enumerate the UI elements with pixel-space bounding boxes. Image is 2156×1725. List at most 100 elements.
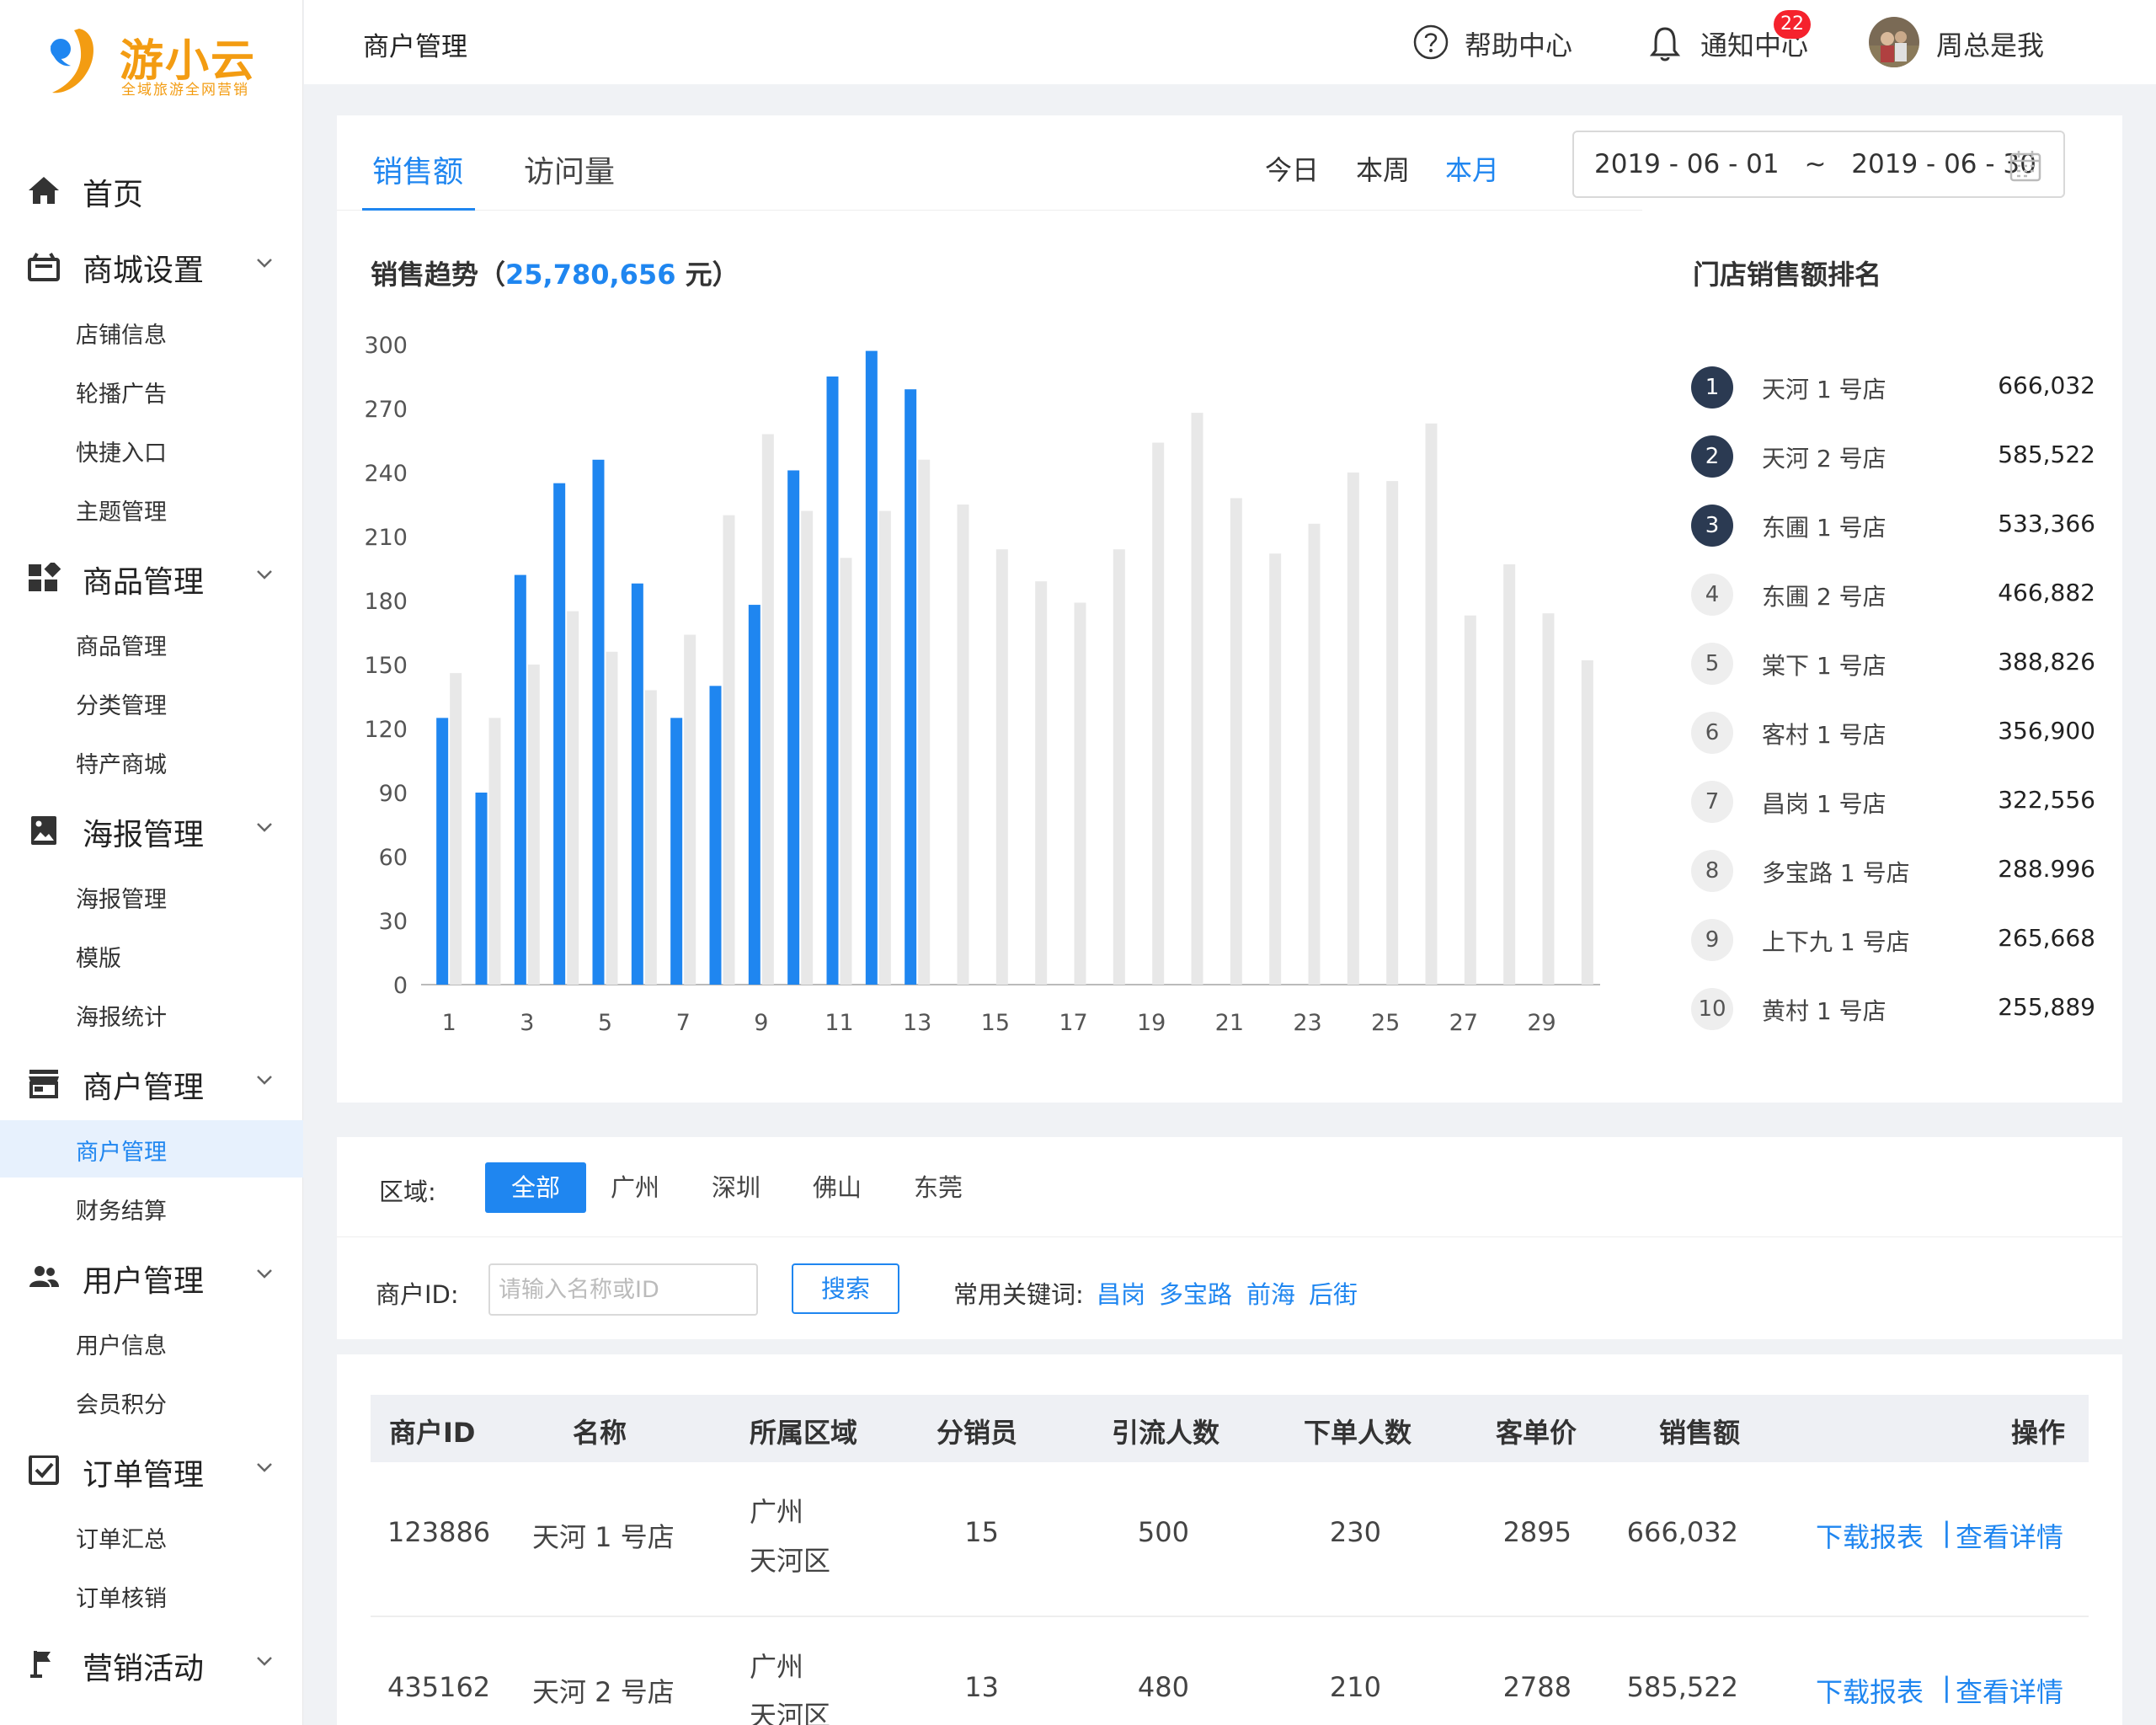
tab-visits[interactable]: 访问量: [524, 147, 615, 191]
sidebar: 游小云 全域旅游全网营销 首页 商城设置 店铺信息 轮播广告 快捷入口 主题管理…: [0, 0, 303, 1725]
period-today[interactable]: 今日: [1265, 149, 1319, 188]
search-button[interactable]: 搜索: [792, 1263, 899, 1314]
bar-comparison: [1191, 413, 1203, 985]
bar-comparison: [1308, 523, 1321, 985]
nav-group-orders[interactable]: 订单管理: [0, 1437, 303, 1504]
sidebar-item-product-manage[interactable]: 商品管理: [0, 615, 303, 672]
sidebar-item-member-points[interactable]: 会员积分: [0, 1373, 303, 1430]
sales-trend-title: 销售趋势（25,780,656 元）: [371, 254, 739, 292]
users-icon: [29, 1266, 59, 1287]
date-separator: ~: [1804, 149, 1827, 179]
page-title: 商户管理: [363, 32, 467, 62]
bar-current: [787, 470, 800, 985]
view-details-link[interactable]: 查看详情: [1956, 1671, 2063, 1710]
sidebar-item-quick-entry[interactable]: 快捷入口: [0, 421, 303, 478]
sidebar-item-banner-ads[interactable]: 轮播广告: [0, 362, 303, 419]
bar-comparison: [957, 505, 969, 985]
sidebar-item-theme[interactable]: 主题管理: [0, 480, 303, 537]
help-center-link[interactable]: 帮助中心: [1412, 20, 1581, 64]
sidebar-item-category[interactable]: 分类管理: [0, 674, 303, 731]
region-shenzhen[interactable]: 深圳: [711, 1162, 761, 1213]
sidebar-item-order-summary[interactable]: 订单汇总: [0, 1508, 303, 1565]
bar-current: [865, 350, 878, 985]
sidebar-item-shop-info[interactable]: 店铺信息: [0, 303, 303, 360]
ranking-item: 1 天河 1 号店 666,032: [1691, 363, 2095, 410]
keyword-link[interactable]: 后街: [1309, 1275, 1358, 1311]
sidebar-item-label: 海报管理: [76, 887, 167, 913]
rank-store-name: 多宝路 1 号店: [1762, 859, 1910, 887]
sidebar-item-label: 订单核销: [76, 1586, 167, 1612]
nav-group-merchants[interactable]: 商户管理: [0, 1049, 303, 1117]
nav-group-label: 用户管理: [83, 1264, 205, 1299]
x-tick-label: 3: [520, 1010, 534, 1036]
rank-number: 10: [1691, 988, 1733, 1030]
nav-home[interactable]: 首页: [0, 157, 303, 224]
bar-comparison: [1035, 581, 1048, 985]
sidebar-item-template[interactable]: 模版: [0, 927, 303, 984]
chevron-down-icon: [257, 570, 272, 579]
rank-store-name: 客村 1 号店: [1762, 721, 1886, 749]
y-tick-label: 240: [364, 461, 408, 487]
rank-store-name: 天河 1 号店: [1762, 376, 1886, 403]
merchant-id-label: 商户ID:: [376, 1280, 459, 1309]
download-report-link[interactable]: 下载报表: [1816, 1671, 1924, 1710]
nav-group-users[interactable]: 用户管理: [0, 1243, 303, 1311]
region-guangzhou[interactable]: 广州: [610, 1162, 660, 1213]
rank-sales-value: 322,556: [1998, 786, 2095, 814]
sidebar-item-specialty-mall[interactable]: 特产商城: [0, 733, 303, 790]
nav-group-label: 营销活动: [83, 1652, 205, 1686]
rank-number: 5: [1691, 643, 1733, 685]
user-menu[interactable]: 周总是我: [1869, 17, 2088, 67]
sidebar-item-finance-settlement[interactable]: 财务结算: [0, 1179, 303, 1236]
x-tick-label: 9: [754, 1010, 768, 1036]
date-range-picker[interactable]: 2019 - 06 - 01 ~ 2019 - 06 - 30: [1572, 131, 2065, 198]
chevron-down-icon: [257, 1076, 272, 1085]
y-tick-label: 120: [364, 717, 408, 743]
sidebar-item-user-info[interactable]: 用户信息: [0, 1314, 303, 1371]
merchant-search-input[interactable]: [488, 1263, 758, 1316]
cell-sales: 585,522: [1626, 1671, 1738, 1703]
nav-group-posters[interactable]: 海报管理: [0, 797, 303, 864]
sidebar-item-merchant-manage[interactable]: 商户管理: [0, 1120, 303, 1178]
keyword-link[interactable]: 前海: [1246, 1275, 1295, 1311]
top-header: 商户管理 帮助中心 通知中心 22 周总是我: [304, 0, 2156, 84]
tab-sales[interactable]: 销售额: [372, 147, 463, 191]
region-all[interactable]: 全部: [485, 1162, 586, 1213]
sidebar-item-label: 快捷入口: [76, 441, 167, 467]
region-dongguan[interactable]: 东莞: [913, 1162, 963, 1213]
bar-comparison: [1074, 602, 1086, 985]
action-separator: |: [1942, 1671, 1951, 1703]
sidebar-item-label: 商户管理: [76, 1140, 167, 1166]
keyword-link[interactable]: 多宝路: [1159, 1275, 1232, 1311]
sidebar-item-poster-manage[interactable]: 海报管理: [0, 868, 303, 925]
brand-slogan: 全域旅游全网营销: [121, 82, 249, 99]
nav-group-products[interactable]: 商品管理: [0, 544, 303, 611]
sidebar-item-label: 海报统计: [76, 1005, 167, 1031]
nav-group-marketing[interactable]: 营销活动: [0, 1631, 303, 1698]
view-details-link[interactable]: 查看详情: [1956, 1516, 2063, 1555]
date-range-text: 2019 - 06 - 01 ~ 2019 - 06 - 30: [1594, 149, 2036, 179]
bar-comparison: [1269, 553, 1282, 985]
nav-group-mall-settings[interactable]: 商城设置: [0, 232, 303, 300]
store-ranking-title: 门店销售额排名: [1693, 259, 1882, 291]
x-tick-label: 15: [981, 1010, 1010, 1036]
keyword-link[interactable]: 昌岗: [1097, 1275, 1145, 1311]
column-header: 销售额: [1659, 1417, 1741, 1449]
period-month[interactable]: 本月: [1445, 149, 1499, 188]
bar-comparison: [1542, 613, 1555, 985]
x-tick-label: 21: [1215, 1010, 1244, 1036]
bar-comparison: [1503, 563, 1516, 985]
ranking-item: 9 上下九 1 号店 265,668: [1691, 916, 2095, 963]
download-report-link[interactable]: 下载报表: [1816, 1516, 1924, 1555]
bar-current: [748, 605, 760, 985]
region-foshan[interactable]: 佛山: [812, 1162, 862, 1213]
bar-comparison: [801, 510, 814, 985]
rank-number: 6: [1691, 712, 1733, 754]
sidebar-item-poster-stats[interactable]: 海报统计: [0, 985, 303, 1043]
ranking-item: 2 天河 2 号店 585,522: [1691, 432, 2095, 479]
period-week[interactable]: 本周: [1356, 149, 1410, 188]
sidebar-item-label: 财务结算: [76, 1199, 167, 1225]
y-tick-label: 210: [364, 525, 408, 551]
sidebar-item-order-verify[interactable]: 订单核销: [0, 1567, 303, 1624]
rank-number: 1: [1691, 366, 1733, 409]
